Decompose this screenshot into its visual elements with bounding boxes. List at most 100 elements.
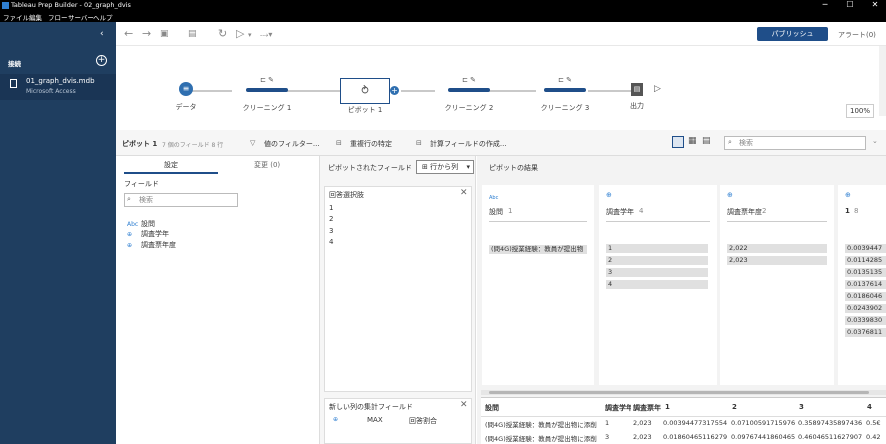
grid-cell[interactable]: 2,023 [633,433,652,441]
alerts-button[interactable]: アラート(0) [838,30,876,40]
menu-help[interactable]: ヘルプ [93,12,113,22]
aggregate-function[interactable]: MAX [367,416,383,424]
grid-cell[interactable]: 0.09767441860465 [731,433,797,441]
pivot-mode-select[interactable]: ⊞ 行から列 ▾ [416,160,474,174]
chevron-down-icon[interactable]: ⌄ [872,137,878,145]
value-bar[interactable]: 2,022 [727,244,827,253]
document-icon[interactable]: ▤ [188,29,197,39]
menu-edit[interactable]: 編集 [29,12,42,22]
add-connection-button[interactable]: + [96,55,107,66]
flow-scrollbar[interactable] [879,46,886,116]
grid-header[interactable]: 1 [665,403,670,411]
value-bar[interactable]: (問4G)授業経験：教員が提出物 [489,245,587,254]
grid-cell[interactable]: 0.00394477317554 [663,419,729,427]
grid-header[interactable]: 2 [732,403,737,411]
grid-header[interactable]: 調査票年度 [633,403,661,413]
grid-header[interactable]: 設問 [485,403,499,413]
value-bar[interactable]: 0.0186046 [845,292,886,301]
flow-node-clean-3[interactable]: ⊏ ✎ クリーニング 3 [532,76,598,113]
grid-cell[interactable]: 0.5€ [866,419,886,427]
filter-icon[interactable]: ▽ [250,139,255,147]
grid-cell[interactable]: 0.46046511627907 [798,433,864,441]
list-view-icon[interactable]: ▤ [702,136,711,146]
run-flow-icon[interactable]: ▷ [236,27,244,40]
pivot-field-box[interactable]: 回答選択肢 ✕ 1 2 3 4 [324,186,472,392]
run-options-icon[interactable]: ⤏▾ [260,30,272,40]
filter-values-button[interactable]: 値のフィルター... [264,139,320,149]
tab-settings[interactable]: 設定 [164,160,178,170]
grid-header[interactable]: 3 [799,403,804,411]
grid-cell[interactable]: (問4G)授業経験：教員が提出物に添削 [485,419,603,429]
value-bar[interactable]: 0.0137614 [845,280,886,289]
table-view-icon[interactable]: ▦ [688,136,697,146]
field-item[interactable]: ⊕ 調査票年度 [127,240,176,250]
value-bar[interactable]: 2,023 [727,256,827,265]
profile-card-year[interactable]: ⊕ 調査票年度 2 2,022 2,023 [720,185,834,385]
tab-changes[interactable]: 変更 (0) [254,160,280,170]
collapse-sidebar-icon[interactable]: ‹ [100,29,104,39]
save-icon[interactable]: ▣ [160,29,169,39]
grid-cell[interactable]: (問4G)授業経験：教員が提出物に添削 [485,433,603,443]
flow-node-pivot-1[interactable]: ⥁ [340,78,390,104]
run-output-icon[interactable]: ▷ [654,84,661,94]
value-bar[interactable]: 0.0339830 [845,316,886,325]
close-icon[interactable]: ✕ [460,400,468,410]
forward-icon[interactable]: → [142,27,151,40]
add-step-button[interactable]: + [390,86,399,95]
create-calc-field-button[interactable]: 計算フィールドの作成... [430,139,507,149]
field-item[interactable]: ⊕ 調査学年 [127,229,169,239]
run-dropdown-icon[interactable]: ▾ [248,31,252,39]
back-icon[interactable]: ← [124,27,133,40]
maximize-button[interactable]: ☐ [843,0,857,9]
duplicate-icon[interactable]: ⊟ [336,139,342,147]
flow-node-label: クリーニング 2 [444,104,494,112]
profile-card-question[interactable]: Abc 設問 1 (問4G)授業経験：教員が提出物 [482,185,594,385]
zoom-level[interactable]: 100% [846,104,874,118]
profile-card-1[interactable]: ⊕ 1 8 0.0039447 0.0114285 0.0135135 0.01… [838,185,886,385]
minimize-button[interactable]: ─ [818,0,832,9]
publish-button[interactable]: パブリッシュ [757,27,828,41]
field-search-input[interactable]: 検索 [124,193,238,207]
grid-cell[interactable]: 0.01860465116279 [663,433,729,441]
value-bar[interactable]: 0.0243902 [845,304,886,313]
flow-node-clean-1[interactable]: ⊏ ✎ クリーニング 1 [234,76,300,113]
value-bar[interactable]: 0.0135135 [845,268,886,277]
value-bar[interactable]: 0.0039447 [845,244,886,253]
field-item[interactable]: Abc 設問 [127,219,155,229]
grid-header[interactable]: 調査学年 [605,403,631,413]
connection-item[interactable]: 01_graph_dvis.mdb Microsoft Access [0,74,116,100]
value-bar[interactable]: 3 [606,268,708,277]
grid-cell[interactable]: 0.42 [866,433,886,441]
value-bar[interactable]: 4 [606,280,708,289]
column-count: 2 [762,207,767,215]
aggregate-field-box[interactable]: 新しい列の集計フィールド ✕ ⊕ MAX 回答割合 [324,398,472,444]
scrollbar-thumb[interactable] [489,391,869,394]
value-bar[interactable]: 2 [606,256,708,265]
menu-flow[interactable]: フロー [48,12,68,22]
grid-cell[interactable]: 0.35897435897436 [798,419,864,427]
calc-icon[interactable]: ⊟ [416,139,422,147]
grid-cell[interactable]: 3 [605,433,609,441]
menu-file[interactable]: ファイル [3,12,29,22]
grid-header[interactable]: 4 [867,403,872,411]
flow-node-label: ピボット 1 [347,106,383,114]
identify-duplicates-button[interactable]: 重複行の特定 [350,139,392,149]
grid-cell[interactable]: 0.07100591715976 [731,419,797,427]
grid-cell[interactable]: 2,023 [633,419,652,427]
flow-node-data[interactable]: ≡ データ [166,82,206,112]
close-icon[interactable]: ✕ [460,188,468,198]
close-button[interactable]: ✕ [868,0,882,9]
flow-node-output[interactable]: ▤ 出力 [620,83,654,111]
grid-cell[interactable]: 1 [605,419,609,427]
value-bar[interactable]: 0.0114285 [845,256,886,265]
profile-search-input[interactable]: 検索 [724,136,866,150]
refresh-icon[interactable]: ↻ [218,27,227,40]
menu-server[interactable]: サーバー [68,12,94,22]
profile-card-grade[interactable]: ⊕ 調査学年 4 1 2 3 4 [599,185,717,385]
layout-view-icon[interactable] [672,136,684,148]
horizontal-scrollbar[interactable] [481,390,886,395]
value-bar[interactable]: 0.0376811 [845,328,886,337]
output-icon: ▤ [631,83,643,96]
flow-node-clean-2[interactable]: ⊏ ✎ クリーニング 2 [436,76,502,113]
value-bar[interactable]: 1 [606,244,708,253]
